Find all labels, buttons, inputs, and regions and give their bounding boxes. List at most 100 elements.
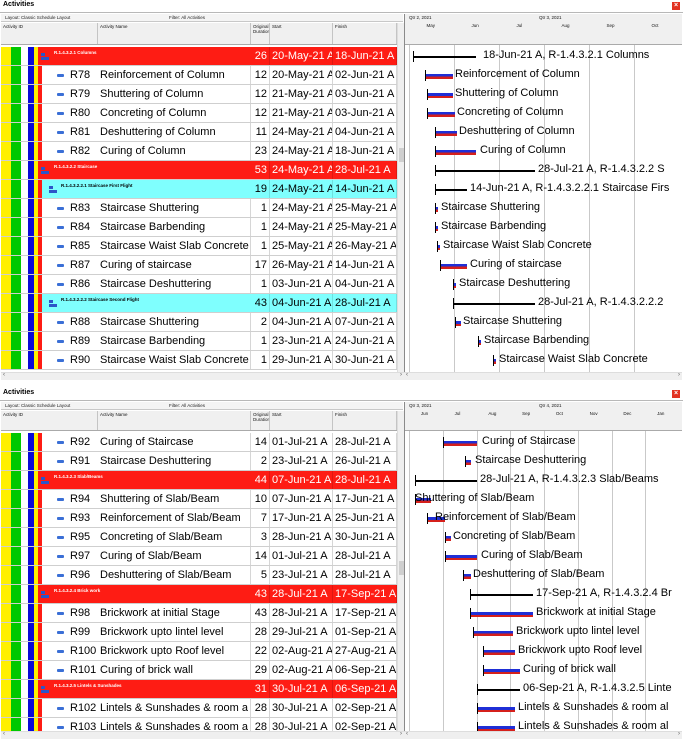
- summary-bar[interactable]: [413, 56, 476, 58]
- layout-filter-bar[interactable]: Layout: Classic Schedule Layout Filter: A…: [1, 402, 403, 410]
- original-duration[interactable]: 22: [251, 642, 270, 660]
- finish-date[interactable]: 04-Jun-21 A: [333, 123, 397, 141]
- original-duration[interactable]: 1: [251, 237, 270, 255]
- activity-bar[interactable]: [483, 669, 520, 674]
- activity-name[interactable]: Staircase Deshuttering: [98, 275, 251, 293]
- wbs-name[interactable]: R.1.4.3.2.1 Columns: [54, 50, 97, 55]
- activity-row[interactable]: R85 Staircase Waist Slab Concrete 1 25-May-…: [1, 237, 398, 256]
- activity-id[interactable]: R97: [70, 547, 98, 565]
- activity-row[interactable]: R93 Reinforcement of Slab/Beam 7 17-Jun-21 …: [1, 509, 398, 528]
- column-header-finish[interactable]: Finish: [333, 411, 397, 430]
- activity-name[interactable]: Concreting of Slab/Beam: [98, 528, 251, 546]
- start-date[interactable]: 07-Jun-21 A: [270, 490, 333, 508]
- activity-name[interactable]: Staircase Barbending: [98, 218, 251, 236]
- original-duration[interactable]: 1: [251, 199, 270, 217]
- scroll-left-icon[interactable]: ‹: [406, 372, 408, 378]
- activity-row[interactable]: R99 Brickwork upto lintel level 28 29-Jul-2…: [1, 623, 398, 642]
- activity-bar[interactable]: [427, 93, 453, 98]
- start-date[interactable]: 29-Jun-21 A: [270, 351, 333, 369]
- activity-id[interactable]: R80: [70, 104, 98, 122]
- finish-date[interactable]: 28-Jul-21 A: [333, 433, 397, 451]
- activity-id[interactable]: R91: [70, 452, 98, 470]
- finish-date[interactable]: 25-Jun-21 A: [333, 509, 397, 527]
- wbs-name[interactable]: R.1.4.3.2.4 Brick work: [54, 588, 100, 593]
- gantt-scrollbar-horizontal[interactable]: ‹ ›: [404, 372, 682, 380]
- original-duration[interactable]: 29: [251, 661, 270, 679]
- summary-bar[interactable]: [470, 594, 533, 596]
- wbs-row[interactable]: R.1.4.3.2.2.2 Staircase Second Flight 43 0…: [1, 294, 398, 313]
- activity-name[interactable]: Concreting of Column: [98, 104, 251, 122]
- activity-row[interactable]: R89 Staircase Barbending 1 23-Jun-21 A 24-Ju…: [1, 332, 398, 351]
- start-date[interactable]: 24-May-21 A: [270, 123, 333, 141]
- activity-row[interactable]: R87 Curing of staircase 17 26-May-21 A 14-Ju…: [1, 256, 398, 275]
- finish-date[interactable]: 17-Sep-21 A: [333, 604, 397, 622]
- gantt-chart[interactable]: Qtr 3, 2021 Qtr 4, 2021 Jun Jul Aug Sep Oct Nov…: [404, 402, 682, 731]
- original-duration[interactable]: 43: [251, 585, 270, 603]
- table-scrollbar-vertical[interactable]: [397, 23, 404, 372]
- activity-row[interactable]: R86 Staircase Deshuttering 1 03-Jun-21 A 04-…: [1, 275, 398, 294]
- start-date[interactable]: 28-Jul-21 A: [270, 585, 333, 603]
- original-duration[interactable]: 28: [251, 623, 270, 641]
- finish-date[interactable]: 01-Sep-21 A: [333, 623, 397, 641]
- start-date[interactable]: 07-Jun-21 A: [270, 471, 333, 489]
- activity-name[interactable]: Staircase Deshuttering: [98, 452, 251, 470]
- original-duration[interactable]: 1: [251, 332, 270, 350]
- start-date[interactable]: 17-Jun-21 A: [270, 509, 333, 527]
- start-date[interactable]: 26-May-21 A: [270, 256, 333, 274]
- gantt-chart[interactable]: Qtr 2, 2021 Qtr 3, 2021 May Jun Jul Aug Sep Oct…: [404, 14, 682, 372]
- start-date[interactable]: 24-May-21 A: [270, 199, 333, 217]
- start-date[interactable]: 01-Jul-21 A: [270, 547, 333, 565]
- summary-bar[interactable]: [415, 480, 477, 482]
- finish-date[interactable]: 30-Jun-21 A: [333, 351, 397, 369]
- activity-name[interactable]: Brickwork upto Roof level: [98, 642, 251, 660]
- column-header-dur[interactable]: Original Duration: [251, 23, 270, 44]
- column-header-name[interactable]: Activity Name: [98, 411, 251, 430]
- finish-date[interactable]: 28-Jul-21 A: [333, 161, 397, 179]
- activity-row[interactable]: R83 Staircase Shuttering 1 24-May-21 A 25-Ma…: [1, 199, 398, 218]
- original-duration[interactable]: 10: [251, 490, 270, 508]
- start-date[interactable]: 03-Jun-21 A: [270, 275, 333, 293]
- scroll-left-icon[interactable]: ‹: [3, 731, 5, 737]
- original-duration[interactable]: 11: [251, 123, 270, 141]
- wbs-name[interactable]: R.1.4.3.2.2 Staircase: [54, 164, 97, 169]
- original-duration[interactable]: 5: [251, 566, 270, 584]
- wbs-row[interactable]: R.1.4.3.2.4 Brick work 43 28-Jul-21 A 17-Se…: [1, 585, 398, 604]
- column-header-id[interactable]: Activity ID: [1, 411, 98, 430]
- activity-id[interactable]: R100: [70, 642, 98, 660]
- activity-name[interactable]: Curing of staircase: [98, 256, 251, 274]
- original-duration[interactable]: 12: [251, 104, 270, 122]
- activity-row[interactable]: R101 Curing of brick wall 29 02-Aug-21 A 06-…: [1, 661, 398, 680]
- activity-bar[interactable]: [443, 441, 477, 446]
- original-duration[interactable]: 12: [251, 66, 270, 84]
- start-date[interactable]: 21-May-21 A: [270, 85, 333, 103]
- start-date[interactable]: 04-Jun-21 A: [270, 313, 333, 331]
- finish-date[interactable]: 25-May-21 A: [333, 218, 397, 236]
- activity-name[interactable]: Curing of Staircase: [98, 433, 251, 451]
- finish-date[interactable]: 06-Sep-21 A: [333, 661, 397, 679]
- finish-date[interactable]: 03-Jun-21 A: [333, 85, 397, 103]
- activity-row[interactable]: R95 Concreting of Slab/Beam 3 28-Jun-21 A 30…: [1, 528, 398, 547]
- activity-name[interactable]: Shuttering of Slab/Beam: [98, 490, 251, 508]
- finish-date[interactable]: 18-Jun-21 A: [333, 47, 397, 65]
- start-date[interactable]: 01-Jul-21 A: [270, 433, 333, 451]
- original-duration[interactable]: 26: [251, 47, 270, 65]
- gantt-scrollbar-horizontal[interactable]: ‹ ›: [404, 731, 682, 739]
- activity-row[interactable]: R100 Brickwork upto Roof level 22 02-Aug-21…: [1, 642, 398, 661]
- start-date[interactable]: 21-May-21 A: [270, 104, 333, 122]
- original-duration[interactable]: 43: [251, 294, 270, 312]
- activity-name[interactable]: Staircase Barbending: [98, 332, 251, 350]
- scroll-left-icon[interactable]: ‹: [406, 731, 408, 737]
- original-duration[interactable]: 1: [251, 351, 270, 369]
- wbs-row[interactable]: R.1.4.3.2.2 Staircase 53 24-May-21 A 28-Jul…: [1, 161, 398, 180]
- start-date[interactable]: 29-Jul-21 A: [270, 623, 333, 641]
- finish-date[interactable]: 06-Sep-21 A: [333, 680, 397, 698]
- original-duration[interactable]: 14: [251, 433, 270, 451]
- activity-name[interactable]: Curing of Column: [98, 142, 251, 160]
- activity-name[interactable]: Deshuttering of Slab/Beam: [98, 566, 251, 584]
- activity-name[interactable]: Curing of Slab/Beam: [98, 547, 251, 565]
- column-header-start[interactable]: Start: [270, 23, 333, 44]
- activity-row[interactable]: R88 Staircase Shuttering 2 04-Jun-21 A 07-Ju…: [1, 313, 398, 332]
- activity-bar[interactable]: [435, 131, 457, 136]
- table-scrollbar-vertical[interactable]: [397, 411, 404, 731]
- finish-date[interactable]: 02-Jun-21 A: [333, 66, 397, 84]
